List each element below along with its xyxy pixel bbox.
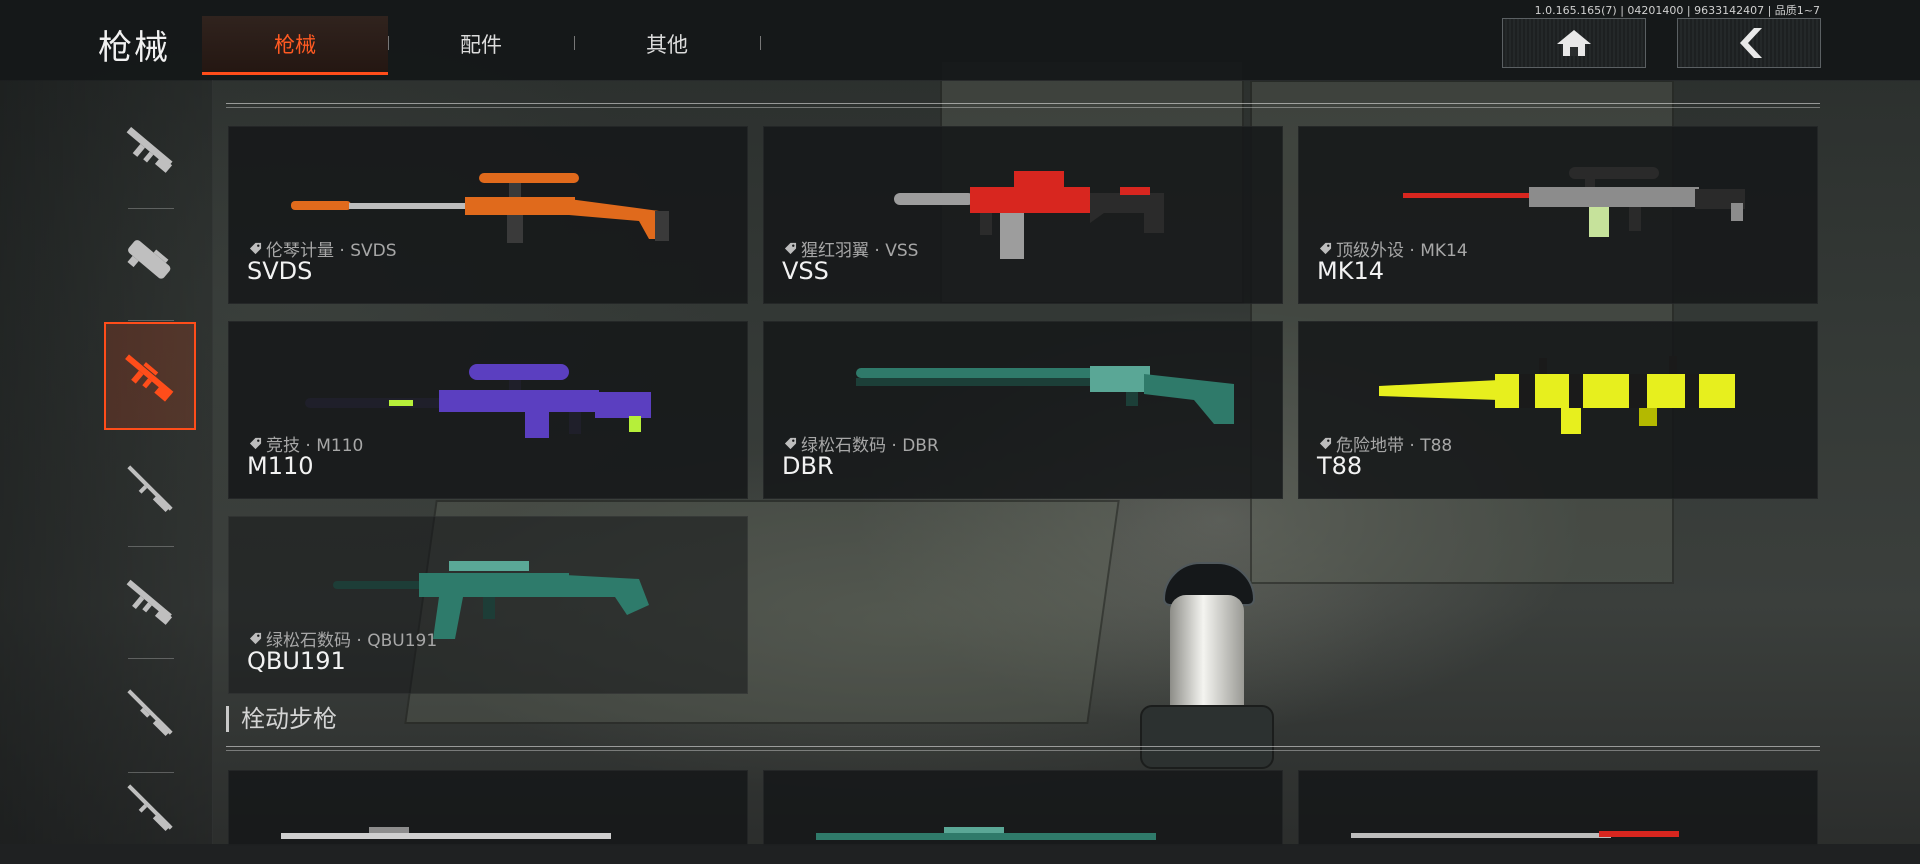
weapon-card-partial[interactable] [228, 770, 748, 846]
sidebar-item-rifle[interactable] [104, 546, 196, 654]
back-button[interactable] [1677, 18, 1821, 68]
tab-attachments-label: 配件 [460, 33, 502, 57]
weapon-card-qbu191[interactable]: 绿松石数码 · QBU191 QBU191 [228, 516, 748, 694]
pistol-rifle-icon [127, 784, 173, 832]
rifle-partial-image [281, 827, 611, 839]
sidebar-separator [128, 320, 174, 321]
sidebar-item-marksman-rifle[interactable] [104, 322, 196, 430]
weapon-card-svds[interactable]: 伦琴计量 · SVDS SVDS [228, 126, 748, 304]
weapon-name: T88 [1317, 452, 1363, 480]
tag-icon [1319, 242, 1332, 255]
home-button[interactable] [1502, 18, 1646, 68]
tag-icon [249, 632, 262, 645]
marksman-rifle-icon [125, 354, 174, 402]
tag-icon [784, 437, 797, 450]
sidebar-item-assault-rifle[interactable] [104, 94, 196, 202]
section-title-bolt-action: 栓动步枪 [226, 706, 337, 732]
weapon-card-t88[interactable]: 危险地带 · T88 T88 [1298, 321, 1818, 499]
weapon-card-m110[interactable]: 竞技 · M110 M110 [228, 321, 748, 499]
home-icon [1557, 30, 1591, 56]
tab-guns[interactable]: 枪械 [202, 16, 388, 75]
weapon-name: MK14 [1317, 257, 1384, 285]
page-title: 枪械 [98, 28, 170, 68]
tab-guns-label: 枪械 [274, 33, 316, 57]
top-bar: 枪械 枪械 配件 其他 1.0.165.165(7) | 04201400 | … [0, 0, 1920, 81]
weapon-card-partial[interactable] [1298, 770, 1818, 846]
tag-icon [249, 242, 262, 255]
tab-separator [760, 36, 761, 50]
tag-icon [1319, 437, 1332, 450]
weapon-name: M110 [247, 452, 314, 480]
version-info: 1.0.165.165(7) | 04201400 | 9633142407 |… [1534, 4, 1820, 17]
tab-attachments[interactable]: 配件 [388, 16, 574, 72]
weapon-card-mk14[interactable]: 顶级外设 · MK14 MK14 [1298, 126, 1818, 304]
smg-p90-icon [127, 240, 171, 279]
assault-rifle-icon [126, 126, 173, 173]
tab-other[interactable]: 其他 [574, 16, 760, 72]
rifle-partial-image [1351, 831, 1679, 838]
weapon-category-sidebar [0, 80, 213, 844]
weapon-card-dbr[interactable]: 绿松石数码 · DBR DBR [763, 321, 1283, 499]
background-lantern-base [1140, 705, 1274, 769]
shotgun-icon [127, 689, 173, 737]
weapon-card-vss[interactable]: 猩红羽翼 · VSS VSS [763, 126, 1283, 304]
sidebar-item-smg[interactable] [104, 206, 196, 314]
back-chevron-icon [1740, 28, 1762, 58]
weapon-card-partial[interactable] [763, 770, 1283, 846]
weapon-name: VSS [782, 257, 829, 285]
weapon-name: SVDS [247, 257, 313, 285]
weapon-name: DBR [782, 452, 834, 480]
sidebar-item-other-rifle[interactable] [104, 770, 196, 844]
sniper-rifle-icon [127, 465, 173, 513]
grid-top-divider [226, 103, 1820, 108]
weapon-name: QBU191 [247, 647, 346, 675]
bottom-edge [0, 844, 1920, 864]
sidebar-item-sniper-rifle[interactable] [104, 434, 196, 542]
rifle-partial-image [816, 827, 1156, 840]
sidebar-item-shotgun[interactable] [104, 658, 196, 766]
tag-icon [249, 437, 262, 450]
rifle-icon [126, 579, 173, 625]
tab-other-label: 其他 [646, 33, 688, 57]
section-divider [226, 746, 1820, 751]
tag-icon [784, 242, 797, 255]
